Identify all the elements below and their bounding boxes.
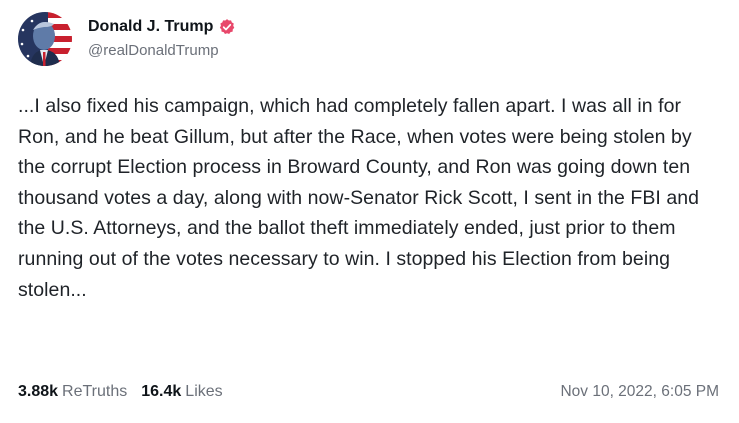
post-header: Donald J. Trump @realDonaldTrump bbox=[18, 12, 236, 66]
post-card: Donald J. Trump @realDonaldTrump ...I al… bbox=[0, 0, 739, 423]
avatar-image bbox=[18, 12, 72, 66]
avatar[interactable] bbox=[18, 12, 72, 66]
post-footer: 3.88k ReTruths 16.4k Likes Nov 10, 2022,… bbox=[18, 383, 719, 401]
retruths-count: 3.88k bbox=[18, 383, 59, 400]
retruths-stat[interactable]: 3.88k ReTruths bbox=[18, 383, 127, 401]
author-info: Donald J. Trump @realDonaldTrump bbox=[88, 16, 236, 59]
author-display-name[interactable]: Donald J. Trump bbox=[88, 18, 213, 36]
likes-label: Likes bbox=[185, 383, 223, 400]
author-name-row: Donald J. Trump bbox=[88, 16, 236, 38]
post-timestamp[interactable]: Nov 10, 2022, 6:05 PM bbox=[560, 383, 719, 401]
likes-count: 16.4k bbox=[141, 383, 182, 400]
retruths-label: ReTruths bbox=[62, 383, 128, 400]
verified-badge-icon bbox=[218, 18, 236, 36]
likes-stat[interactable]: 16.4k Likes bbox=[141, 383, 222, 401]
author-handle[interactable]: @realDonaldTrump bbox=[88, 42, 236, 59]
post-text: ...I also fixed his campaign, which had … bbox=[18, 95, 700, 301]
